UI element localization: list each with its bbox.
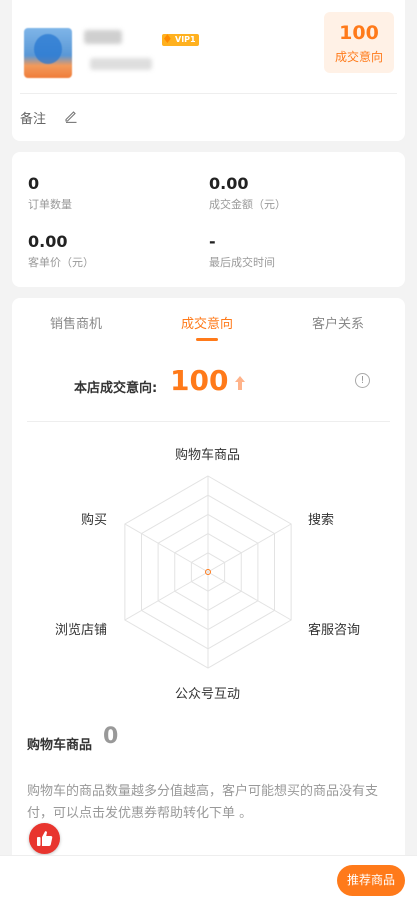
order-stats-card: 0 订单数量 0.00 成交金额（元） 0.00 客单价（元） - 最后成交时间: [12, 152, 405, 287]
divider: [20, 93, 397, 94]
radar-label-search: 搜索: [308, 513, 335, 528]
vip-badge-label: VIP1: [175, 35, 196, 44]
radar-label-cart: 购物车商品: [175, 448, 241, 463]
edit-pencil-icon[interactable]: [64, 108, 78, 123]
customer-id-redacted: [90, 58, 152, 70]
detail-title: 购物车商品: [27, 738, 93, 753]
radar-label-official-account: 公众号互动: [175, 687, 241, 702]
stat-label: 订单数量: [28, 198, 72, 211]
stat-order-count: 0 订单数量: [28, 174, 72, 212]
stat-value: 0: [28, 174, 40, 193]
customer-name-redacted: [84, 30, 122, 44]
intent-score-label: 成交意向: [334, 50, 383, 64]
detail-count: 0: [103, 724, 119, 749]
stat-label: 成交金额（元）: [209, 198, 286, 211]
recommend-products-button[interactable]: 推荐商品: [336, 865, 405, 896]
stat-value: 0.00: [209, 174, 249, 193]
radar-spoke: [207, 571, 292, 621]
stat-label: 客单价（元）: [28, 256, 94, 269]
intent-score-value: 100: [339, 22, 379, 44]
stat-unit-price: 0.00 客单价（元）: [28, 232, 94, 270]
detail-description: 购物车的商品数量越多分值越高，客户可能想买的商品没有支付，可以点击发优惠券帮助转…: [27, 784, 379, 821]
stat-deal-amount: 0.00 成交金额（元）: [209, 174, 286, 212]
bottom-action-bar: 推荐商品: [0, 855, 417, 904]
vip-badge: ♦ VIP1: [162, 32, 199, 46]
remark-label: 备注: [20, 112, 47, 127]
stat-label: 最后成交时间: [209, 256, 275, 269]
stat-last-deal-time: - 最后成交时间: [209, 232, 275, 270]
customer-avatar[interactable]: [24, 28, 72, 78]
radar-spoke: [124, 523, 209, 573]
stat-value: -: [209, 232, 216, 251]
radar-spoke: [207, 523, 292, 573]
radar-label-purchase: 购买: [81, 513, 108, 528]
intent-score-box: 100 成交意向: [324, 12, 394, 73]
intent-detail-card: 销售商机 成交意向 客户关系 本店成交意向: 100 ! 购物车商品 搜索 客服…: [12, 298, 405, 858]
radar-label-browse-store: 浏览店铺: [55, 623, 108, 638]
radar-label-customer-service: 客服咨询: [308, 623, 361, 638]
radar-spoke: [124, 571, 209, 621]
customer-profile-card: ♦ VIP1 100 成交意向 备注: [12, 0, 405, 141]
stat-value: 0.00: [28, 232, 68, 251]
radar-chart: [124, 475, 292, 669]
like-button[interactable]: [29, 823, 60, 854]
diamond-icon: ♦: [162, 32, 173, 46]
